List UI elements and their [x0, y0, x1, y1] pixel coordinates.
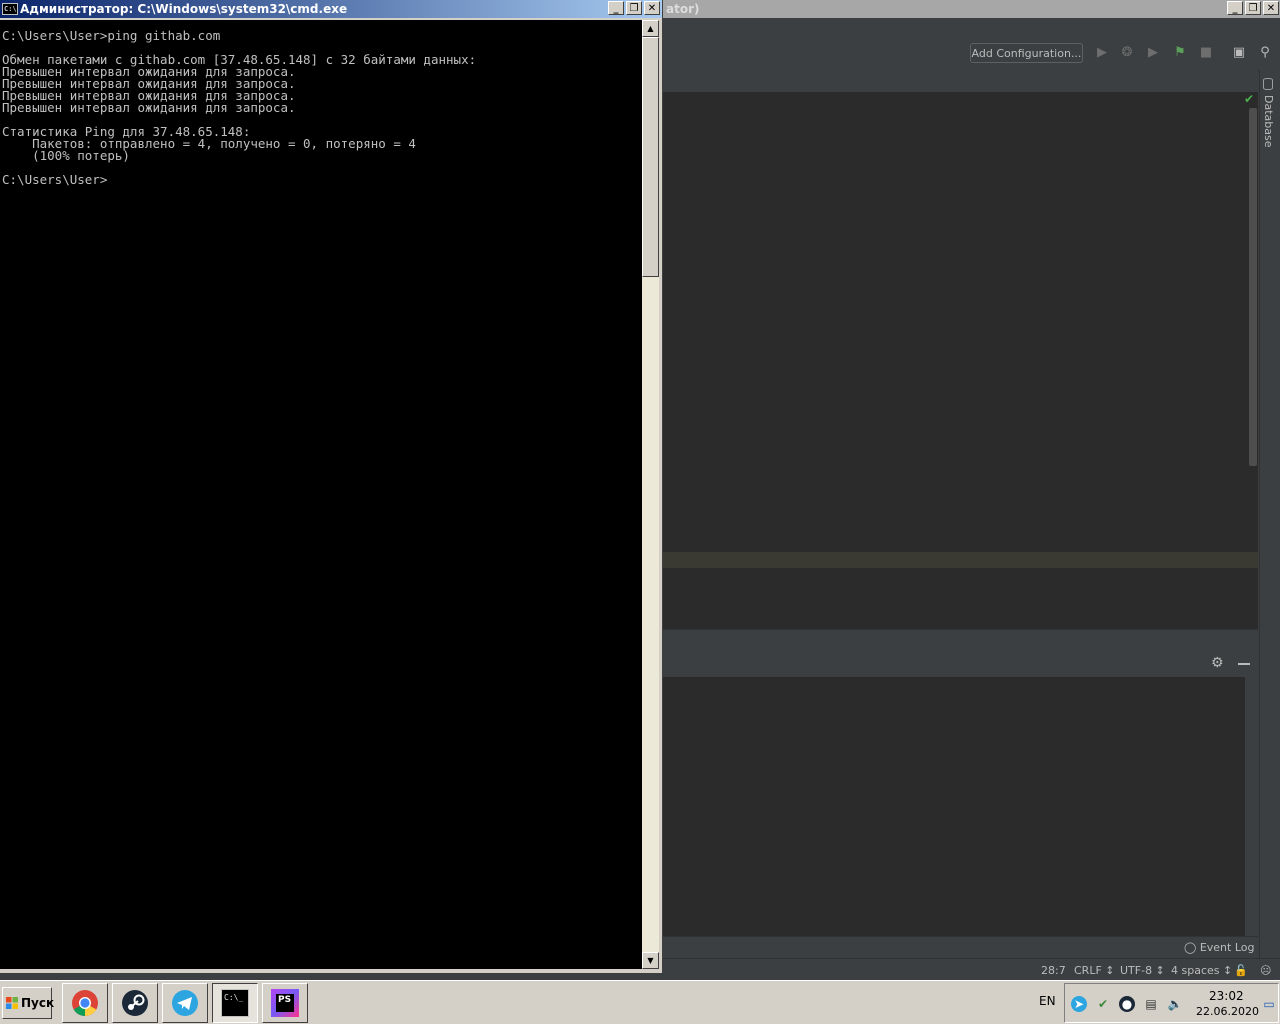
scroll-down-button[interactable]: ▼	[642, 952, 659, 969]
scroll-up-button[interactable]: ▲	[642, 20, 659, 37]
run-icon[interactable]: ▶	[1094, 45, 1110, 61]
event-log-label: Event Log	[1199, 941, 1255, 954]
phpstorm-icon: PS	[271, 989, 299, 1017]
chrome-icon	[72, 990, 98, 1017]
search-icon[interactable]: ⚲	[1257, 45, 1273, 61]
event-log-icon: ◯	[1184, 941, 1197, 954]
tray-steam-icon[interactable]: ●	[1119, 996, 1135, 1012]
ide-restore-button[interactable]: ❐	[1245, 1, 1261, 15]
inspection-ok-icon: ✔	[1244, 92, 1255, 106]
debug-icon[interactable]: ❂	[1119, 45, 1135, 61]
tray-network-icon[interactable]: ▤	[1143, 996, 1159, 1012]
project-structure-icon[interactable]: ▣	[1231, 45, 1247, 61]
taskbar-steam[interactable]	[112, 983, 158, 1023]
clock-time[interactable]: 23:02	[1209, 989, 1244, 1003]
gear-icon[interactable]: ⚙	[1211, 655, 1224, 671]
taskbar-telegram[interactable]	[162, 983, 208, 1023]
database-icon	[1263, 78, 1273, 90]
ide-minimize-button[interactable]: _	[1227, 1, 1243, 15]
ide-title: ator)	[666, 2, 700, 16]
language-indicator[interactable]: EN	[1039, 994, 1056, 1008]
ide-close-button[interactable]: ✕	[1263, 1, 1279, 15]
console-text: C:\Users\User>ping githab.com Обмен паке…	[2, 28, 477, 187]
tray-antivirus-icon[interactable]: ✔	[1095, 996, 1111, 1012]
hide-panel-icon[interactable]	[1238, 663, 1250, 665]
inspector-icon[interactable]: ☹	[1260, 964, 1271, 977]
scroll-thumb[interactable]	[642, 37, 659, 277]
clock-date[interactable]: 22.06.2020	[1196, 1005, 1259, 1018]
start-label: Пуск	[21, 996, 55, 1010]
tray-telegram-icon[interactable]: ➤	[1071, 996, 1087, 1012]
line-separator[interactable]: CRLF ↕	[1074, 964, 1115, 977]
taskbar-cmd[interactable]: C:\_	[212, 983, 258, 1023]
cmd-titlebar[interactable]: C:\ Администратор: C:\Windows\system32\c…	[0, 0, 662, 18]
start-button[interactable]: Пуск	[2, 987, 55, 1019]
lock-icon[interactable]: 🔓	[1234, 964, 1248, 977]
windows-logo-icon	[6, 997, 18, 1009]
indent-setting[interactable]: 4 spaces ↕	[1171, 964, 1232, 977]
cmd-minimize-button[interactable]: _	[608, 1, 624, 15]
cmd-restore-button[interactable]: ❐	[626, 1, 642, 15]
show-desktop-icon[interactable]: ▭	[1261, 996, 1277, 1012]
file-encoding[interactable]: UTF-8 ↕	[1120, 964, 1165, 977]
profile-icon[interactable]: ⚑	[1172, 45, 1188, 61]
coverage-icon[interactable]: ▶	[1145, 45, 1161, 61]
cmd-scrollbar[interactable]: ▲ ▼	[642, 20, 659, 969]
taskbar-phpstorm[interactable]: PS	[262, 983, 308, 1023]
editor-scrollbar[interactable]	[1249, 108, 1257, 466]
tray-volume-icon[interactable]: 🔈	[1167, 996, 1183, 1012]
steam-icon	[122, 990, 148, 1016]
stop-icon[interactable]: ■	[1198, 45, 1214, 61]
right-tool-strip	[1259, 70, 1280, 980]
cmd-title: Администратор: C:\Windows\system32\cmd.e…	[20, 2, 348, 16]
event-log-button[interactable]: ◯ Event Log	[1184, 941, 1254, 954]
phpstorm-label: PS	[278, 995, 292, 1005]
database-tool-tab[interactable]: Database	[1262, 95, 1275, 148]
cmd-window-icon[interactable]: C:\	[2, 3, 18, 15]
telegram-icon	[172, 990, 198, 1016]
cmd-icon: C:\_	[221, 989, 249, 1017]
add-configuration-button[interactable]: Add Configuration...	[970, 43, 1083, 63]
cmd-window: C:\ Администратор: C:\Windows\system32\c…	[0, 0, 663, 973]
taskbar-chrome[interactable]	[62, 983, 108, 1023]
caret-position[interactable]: 28:7	[1041, 964, 1066, 977]
taskbar: Пуск C:\_ PS EN ➤ ✔ ● ▤ 🔈 ▭ 23:02 22.06.…	[0, 980, 1280, 1024]
cmd-close-button[interactable]: ✕	[644, 1, 660, 15]
tool-window-scrollbar[interactable]	[1245, 677, 1258, 936]
cmd-icon-label: C:\_	[224, 993, 244, 1002]
console-output[interactable]: C:\Users\User>ping githab.com Обмен паке…	[0, 20, 642, 969]
